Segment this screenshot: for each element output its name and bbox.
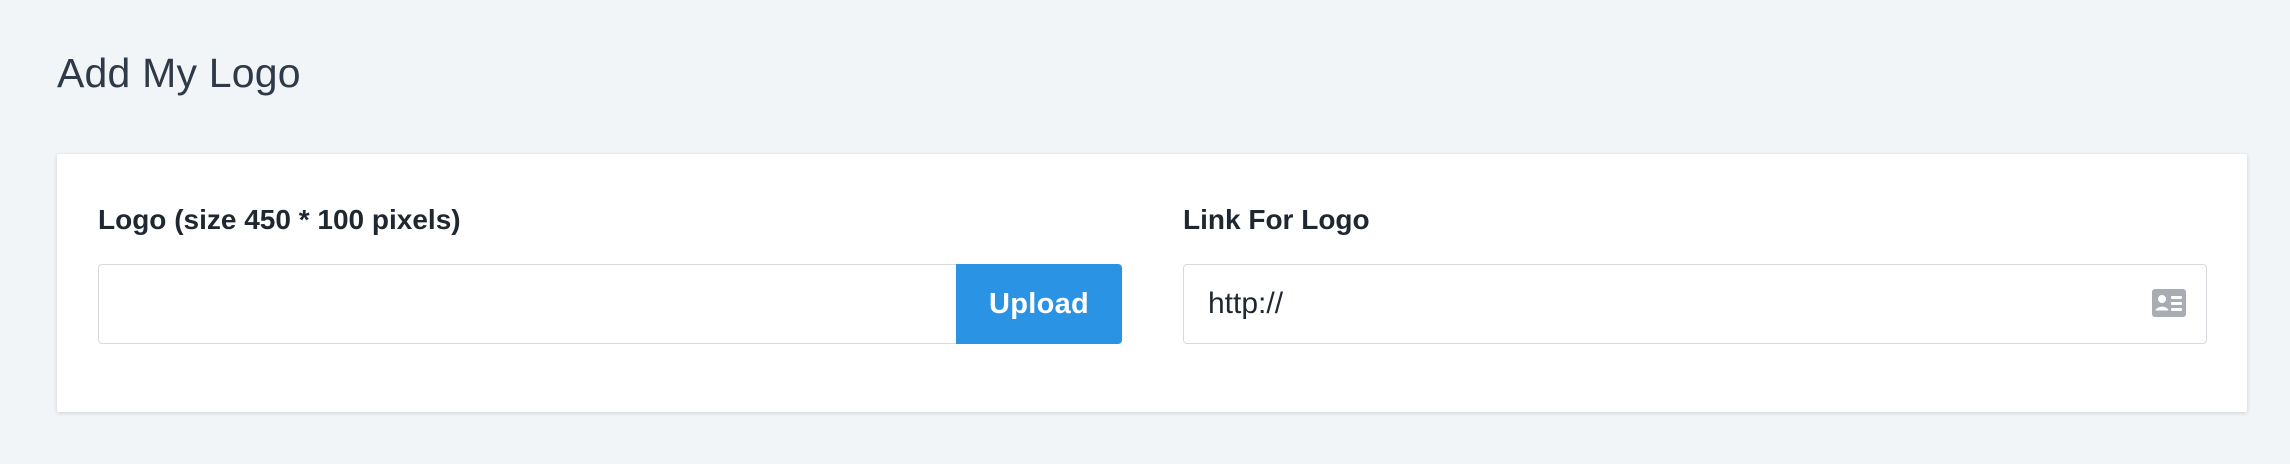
upload-button[interactable]: Upload xyxy=(956,264,1122,344)
logo-link-input[interactable] xyxy=(1184,265,2144,343)
logo-file-input[interactable] xyxy=(98,264,956,344)
logo-upload-group: Upload xyxy=(98,264,1179,344)
id-card-icon xyxy=(2152,289,2186,317)
logo-field-label: Logo (size 450 * 100 pixels) xyxy=(98,204,461,235)
link-field-label: Link For Logo xyxy=(1183,204,1370,235)
logo-settings-card: Logo (size 450 * 100 pixels) Upload Link… xyxy=(57,154,2247,412)
page-title: Add My Logo xyxy=(57,50,301,96)
link-input-group xyxy=(1183,264,2207,344)
